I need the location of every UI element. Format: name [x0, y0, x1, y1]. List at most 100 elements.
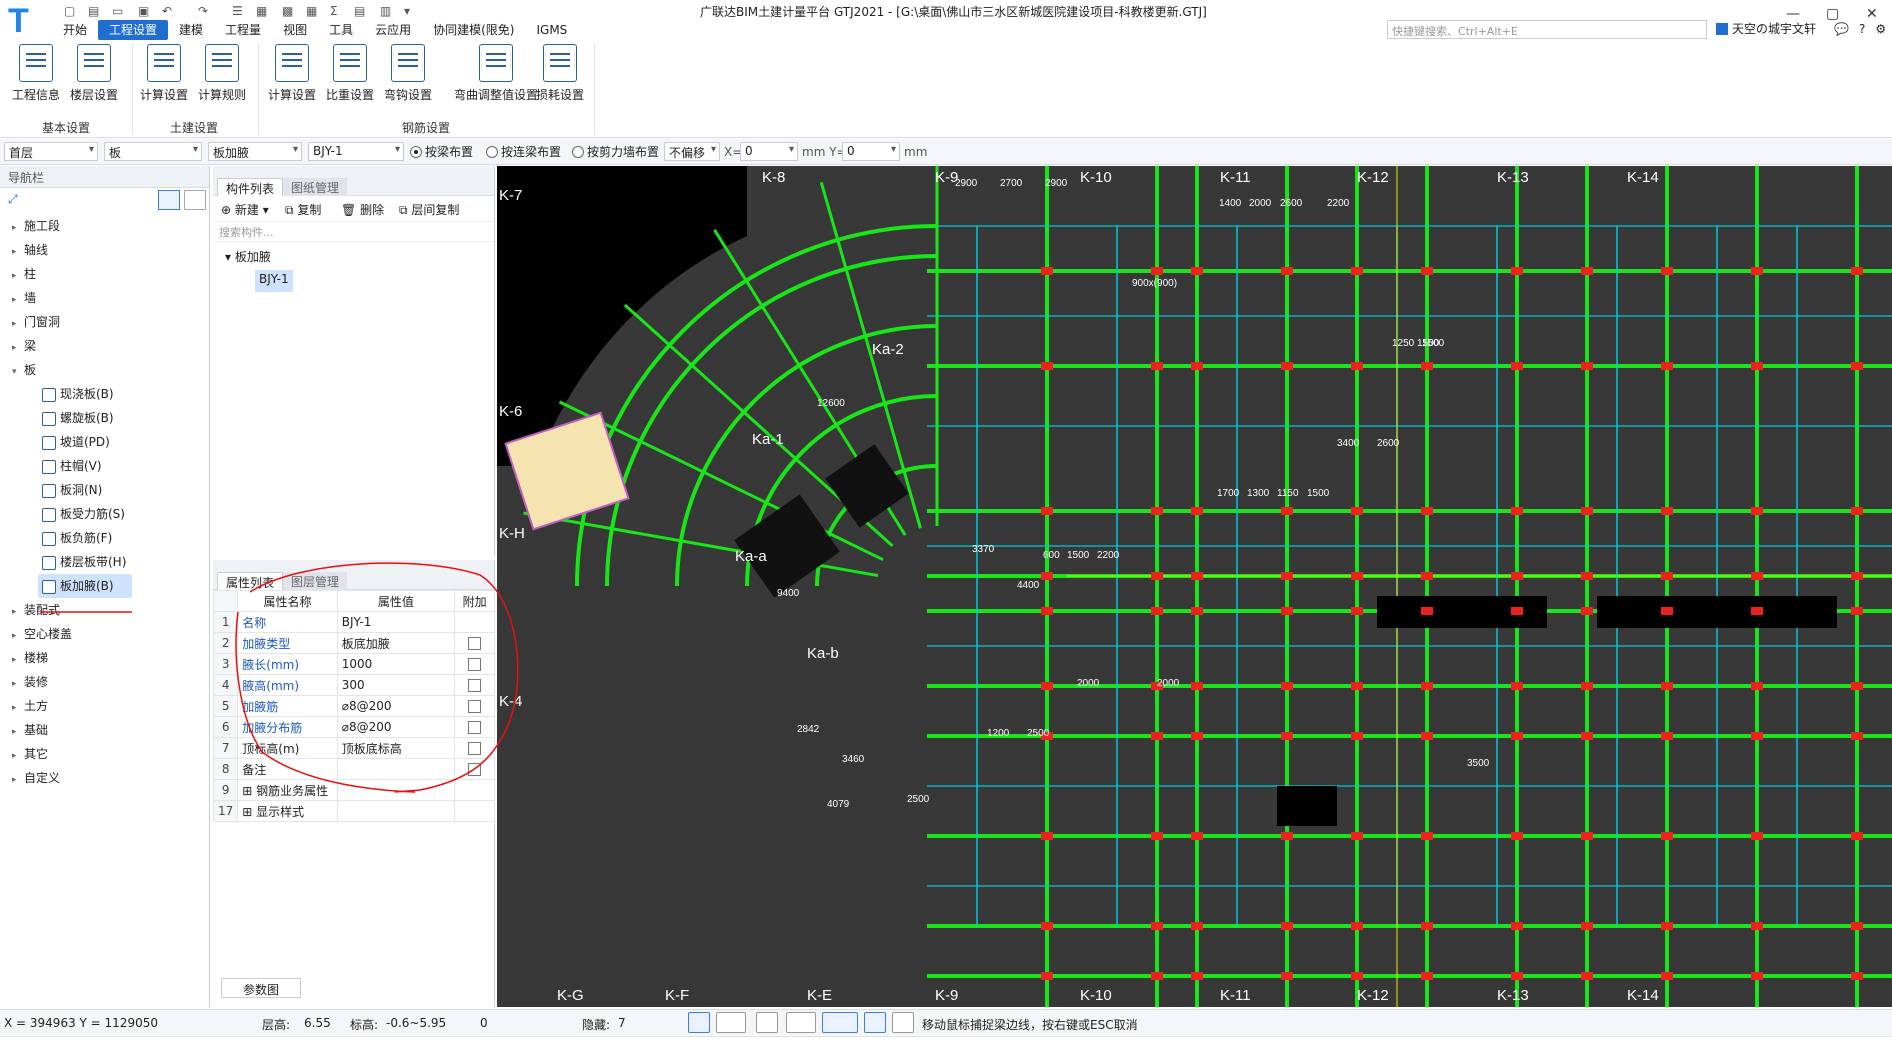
- view-icon[interactable]: ▤: [354, 4, 365, 18]
- property-row[interactable]: 17 ⊞ 显示样式: [212, 800, 495, 822]
- tree-item-bjy1[interactable]: BJY-1: [255, 270, 293, 292]
- nav-item-1[interactable]: ▸ 轴线: [0, 238, 209, 262]
- nav-item-after-6[interactable]: ▸ 其它: [0, 742, 209, 766]
- project-info-button[interactable]: 工程信息: [6, 44, 66, 103]
- radio-by-link-beam[interactable]: 按连梁布置: [486, 143, 561, 160]
- density-settings-button[interactable]: 比重设置: [320, 44, 380, 103]
- grid-icon[interactable]: ▦: [306, 4, 317, 18]
- extra-checkbox[interactable]: [468, 742, 482, 755]
- calc-rules-button[interactable]: 计算规则: [192, 44, 252, 103]
- menu-project-settings[interactable]: 工程设置: [98, 20, 169, 40]
- property-value[interactable]: 顶板底标高: [336, 737, 456, 759]
- list-view-icon[interactable]: [158, 190, 180, 210]
- extra-checkbox[interactable]: [468, 763, 482, 776]
- y-input[interactable]: 0: [842, 142, 900, 161]
- calc-icon[interactable]: ▩: [282, 4, 293, 18]
- angle-snap-icon[interactable]: [786, 1012, 816, 1033]
- property-row[interactable]: 1 名称 BJY-1: [212, 611, 495, 633]
- detail-view-icon[interactable]: [184, 190, 206, 210]
- rebar-calc-settings-button[interactable]: 计算设置: [262, 44, 322, 103]
- property-row[interactable]: 8 备注: [212, 758, 495, 780]
- tab-component-list[interactable]: 构件列表: [217, 178, 284, 196]
- property-row[interactable]: 2 加腋类型 板底加腋: [212, 632, 495, 654]
- property-value[interactable]: BJY-1: [336, 611, 456, 633]
- open-file-icon[interactable]: ▤: [88, 4, 99, 18]
- component-select[interactable]: BJY-1: [308, 142, 404, 161]
- floor-select[interactable]: 首层: [4, 142, 98, 161]
- nav-sub-2[interactable]: 坡道(PD): [0, 430, 209, 454]
- tab-property-list[interactable]: 属性列表: [217, 572, 284, 590]
- sum-icon[interactable]: Σ: [330, 4, 338, 18]
- nav-item-5[interactable]: ▸ 梁: [0, 334, 209, 358]
- ortho-snap-icon[interactable]: [688, 1012, 710, 1033]
- x-input[interactable]: 0: [740, 142, 798, 161]
- offset-select[interactable]: 不偏移: [664, 142, 720, 161]
- new-button[interactable]: ⊕ 新建 ▾: [221, 201, 269, 218]
- menu-modeling[interactable]: 建模: [168, 20, 214, 40]
- copy-button[interactable]: ⧉ 复制: [285, 201, 321, 218]
- property-row[interactable]: 4 腋高(mm) 300: [212, 674, 495, 696]
- nav-sub-4[interactable]: 板洞(N): [0, 478, 209, 502]
- settings-icon[interactable]: ⚙: [1875, 22, 1886, 36]
- extra-checkbox[interactable]: [468, 721, 482, 734]
- category-select[interactable]: 板: [104, 142, 202, 161]
- property-row[interactable]: 5 加腋筋 ⌀8@200: [212, 695, 495, 717]
- property-row[interactable]: 9 ⊞ 钢筋业务属性: [212, 779, 495, 801]
- radio-by-beam[interactable]: 按梁布置: [410, 143, 473, 160]
- property-row[interactable]: 6 加腋分布筋 ⌀8@200: [212, 716, 495, 738]
- nav-sub-1[interactable]: 螺旋板(B): [0, 406, 209, 430]
- nav-sub-0[interactable]: 现浇板(B): [0, 382, 209, 406]
- user-name[interactable]: 天空の城宇文轩: [1732, 20, 1816, 37]
- dynamic-input-icon[interactable]: [822, 1012, 858, 1033]
- property-value[interactable]: ⌀8@200: [336, 716, 456, 738]
- print-icon[interactable]: ▥: [380, 4, 391, 18]
- loss-settings-button[interactable]: 损耗设置: [530, 44, 590, 103]
- user-avatar-icon[interactable]: [1716, 22, 1728, 35]
- property-value[interactable]: ⌀8@200: [336, 695, 456, 717]
- pin-icon[interactable]: ⤢: [8, 192, 18, 207]
- toolbar-icon[interactable]: ☰: [232, 4, 243, 18]
- tree-root[interactable]: ▾ 板加腋: [225, 248, 482, 270]
- nav-item-4[interactable]: ▸ 门窗洞: [0, 310, 209, 334]
- nav-sub-3[interactable]: 柱帽(V): [0, 454, 209, 478]
- property-value[interactable]: 1000: [336, 653, 456, 675]
- type-select[interactable]: 板加腋: [208, 142, 302, 161]
- extra-checkbox[interactable]: [468, 637, 482, 650]
- tab-drawing-management[interactable]: 图纸管理: [283, 178, 348, 196]
- cross-snap-icon[interactable]: [756, 1012, 778, 1033]
- extra-checkbox[interactable]: [468, 658, 482, 671]
- nav-item-2[interactable]: ▸ 柱: [0, 262, 209, 286]
- property-row[interactable]: 7 顶标高(m) 顶板底标高: [212, 737, 495, 759]
- nav-sub-6[interactable]: 板负筋(F): [0, 526, 209, 550]
- nav-sub-5[interactable]: 板受力筋(S): [0, 502, 209, 526]
- nav-item-after-3[interactable]: ▸ 装修: [0, 670, 209, 694]
- chat-icon[interactable]: 💬: [1834, 22, 1849, 36]
- new-file-icon[interactable]: ▢: [64, 4, 75, 18]
- nav-item-after-5[interactable]: ▸ 基础: [0, 718, 209, 742]
- nav-item-after-0[interactable]: ▸ 装配式: [0, 598, 209, 622]
- nav-item-after-2[interactable]: ▸ 楼梯: [0, 646, 209, 670]
- menu-start[interactable]: 开始: [52, 20, 98, 40]
- floor-settings-button[interactable]: 楼层设置: [64, 44, 124, 103]
- extra-checkbox[interactable]: [468, 700, 482, 713]
- menu-cloud[interactable]: 云应用: [364, 20, 422, 40]
- customize-icon[interactable]: ▾: [404, 4, 410, 18]
- menu-quantity[interactable]: 工程量: [214, 20, 272, 40]
- menu-tools[interactable]: 工具: [318, 20, 364, 40]
- menu-collab[interactable]: 协同建模(限免): [422, 20, 525, 40]
- redo-icon[interactable]: ↷: [198, 4, 208, 18]
- property-value[interactable]: [336, 800, 456, 822]
- nav-item-after-1[interactable]: ▸ 空心楼盖: [0, 622, 209, 646]
- property-value[interactable]: 300: [336, 674, 456, 696]
- nav-item-6[interactable]: ▾ 板: [0, 358, 209, 382]
- bend-adjust-button[interactable]: 弯曲调整值设置: [454, 44, 538, 103]
- floor-copy-button[interactable]: ⧉ 层间复制: [399, 201, 459, 218]
- nav-sub-8[interactable]: 板加腋(B): [38, 574, 132, 598]
- undo-icon[interactable]: ↶: [162, 4, 172, 18]
- menu-view[interactable]: 视图: [272, 20, 318, 40]
- display-icon[interactable]: [864, 1012, 886, 1033]
- cad-canvas[interactable]: K-8 K-9 K-10 K-11 K-12 K-13 K-14 K-G K-F K-E K-9 K-…: [497, 166, 1892, 1007]
- tab-layer-management[interactable]: 图层管理: [283, 572, 348, 590]
- shortcut-search-input[interactable]: 快捷键搜索、Ctrl+Alt+E: [1387, 20, 1707, 39]
- nav-item-3[interactable]: ▸ 墙: [0, 286, 209, 310]
